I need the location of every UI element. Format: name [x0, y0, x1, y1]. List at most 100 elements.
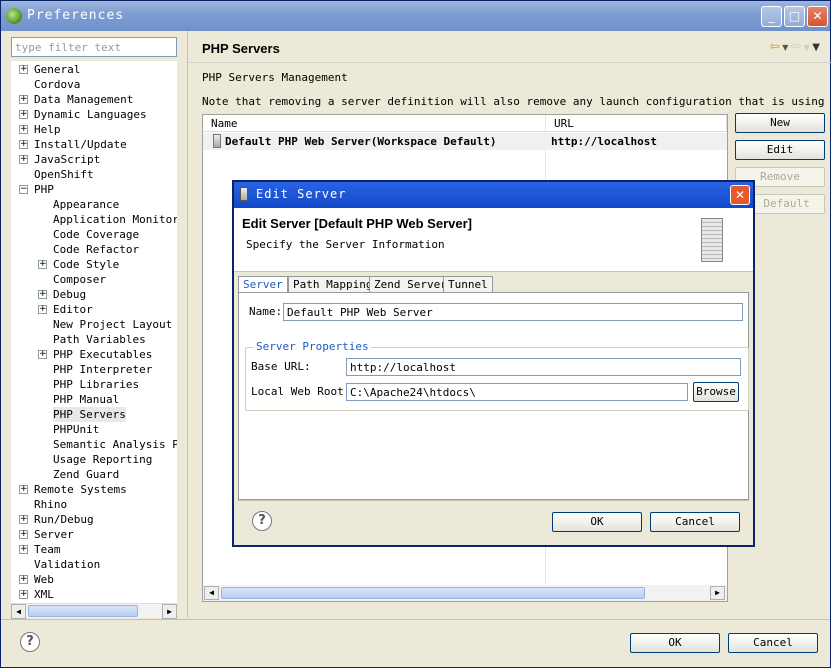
title-bar[interactable]: Preferences _ □ ✕ — [1, 1, 830, 31]
view-menu-icon[interactable]: ▼ — [812, 42, 820, 53]
table-hscrollbar[interactable]: ◀ ▶ — [203, 585, 727, 601]
expand-icon[interactable]: + — [19, 155, 28, 164]
scroll-right-icon[interactable]: ▶ — [710, 586, 725, 600]
new-button[interactable]: New — [735, 113, 825, 133]
expand-icon[interactable]: + — [19, 95, 28, 104]
minimize-button[interactable]: _ — [761, 6, 782, 27]
expand-icon[interactable]: + — [38, 350, 47, 359]
tree-item[interactable]: + Web — [11, 572, 177, 587]
back-menu-icon[interactable]: ▼ — [780, 43, 791, 52]
tree-item[interactable]: Code Coverage — [11, 227, 177, 242]
tree-item-label: Zend Guard — [53, 468, 120, 481]
tree-item[interactable]: Rhino — [11, 497, 177, 512]
table-row[interactable]: Default PHP Web Server(Workspace Default… — [203, 133, 727, 150]
tree-item[interactable]: + Help — [11, 122, 177, 137]
scroll-thumb[interactable] — [221, 587, 645, 599]
tree-item[interactable]: + Server — [11, 527, 177, 542]
name-field[interactable]: Default PHP Web Server — [283, 303, 743, 321]
maximize-button[interactable]: □ — [784, 6, 805, 27]
tree-item[interactable]: + Run/Debug — [11, 512, 177, 527]
back-arrow-icon[interactable]: ⇦ — [770, 39, 780, 53]
column-url[interactable]: URL — [546, 115, 727, 132]
tree-item[interactable]: PHPUnit — [11, 422, 177, 437]
tree-item[interactable]: Application Monitorin — [11, 212, 177, 227]
column-name[interactable]: Name — [203, 115, 546, 132]
expand-icon[interactable]: + — [38, 260, 47, 269]
forward-menu-icon: ▼ — [801, 43, 813, 52]
expand-icon[interactable]: + — [19, 125, 28, 134]
tab-zend-server[interactable]: Zend Server — [369, 276, 452, 293]
tree-item[interactable]: PHP Libraries — [11, 377, 177, 392]
ok-button[interactable]: OK — [630, 633, 720, 653]
expand-icon[interactable]: + — [19, 590, 28, 599]
note-label: Note that removing a server definition w… — [202, 95, 831, 108]
dialog-title-bar[interactable]: Edit Server ✕ — [234, 182, 753, 208]
tree-item[interactable]: + PHP Executables — [11, 347, 177, 362]
tree-item[interactable]: OpenShift — [11, 167, 177, 182]
tree-item[interactable]: + Code Style — [11, 257, 177, 272]
local-web-root-field[interactable]: C:\Apache24\htdocs\ — [346, 383, 688, 401]
tree-item[interactable]: + Editor — [11, 302, 177, 317]
expand-icon[interactable]: + — [19, 485, 28, 494]
tree-item[interactable]: Code Refactor — [11, 242, 177, 257]
tree-item-label: Path Variables — [53, 333, 146, 346]
tree-item[interactable]: Validation — [11, 557, 177, 572]
expand-icon[interactable]: + — [19, 545, 28, 554]
expand-icon[interactable]: + — [19, 515, 28, 524]
tree-item[interactable]: Semantic Analysis Pro — [11, 437, 177, 452]
scroll-left-icon[interactable]: ◀ — [11, 604, 26, 619]
tree-hscrollbar[interactable]: ◀ ▶ — [11, 603, 177, 619]
tree-item[interactable]: − PHP — [11, 182, 177, 197]
filter-input[interactable]: type filter text — [11, 37, 177, 57]
expand-icon[interactable]: + — [19, 530, 28, 539]
tree-item[interactable]: + JavaScript — [11, 152, 177, 167]
base-url-field[interactable]: http://localhost — [346, 358, 741, 376]
tab-tunnel[interactable]: Tunnel — [443, 276, 493, 293]
tree-item[interactable]: + XML — [11, 587, 177, 602]
tree-item[interactable]: PHP Servers — [11, 407, 177, 422]
tree-item[interactable]: New Project Layout — [11, 317, 177, 332]
tree-item[interactable]: + Debug — [11, 287, 177, 302]
tree-item[interactable]: Path Variables — [11, 332, 177, 347]
tree-item[interactable]: PHP Interpreter — [11, 362, 177, 377]
tree-item[interactable]: + Data Management — [11, 92, 177, 107]
scroll-right-icon[interactable]: ▶ — [162, 604, 177, 619]
tree-item-label: Appearance — [53, 198, 120, 211]
tree-item[interactable]: Composer — [11, 272, 177, 287]
dialog-ok-button[interactable]: OK — [552, 512, 642, 532]
tree-item[interactable]: Cordova — [11, 77, 177, 92]
expand-icon[interactable]: + — [19, 110, 28, 119]
tree-item[interactable]: PHP Manual — [11, 392, 177, 407]
expand-icon[interactable]: + — [38, 290, 47, 299]
cancel-button[interactable]: Cancel — [728, 633, 818, 653]
close-button[interactable]: ✕ — [807, 6, 828, 27]
tree-item[interactable]: + Remote Systems — [11, 482, 177, 497]
expand-icon[interactable]: + — [19, 140, 28, 149]
browse-button[interactable]: Browse — [693, 382, 739, 402]
dialog-close-button[interactable]: ✕ — [730, 185, 750, 205]
expand-icon[interactable]: + — [38, 305, 47, 314]
scroll-thumb[interactable] — [28, 605, 138, 617]
tree-item[interactable]: Usage Reporting — [11, 452, 177, 467]
scroll-left-icon[interactable]: ◀ — [204, 586, 219, 600]
dialog-help-icon[interactable]: ? — [252, 511, 272, 531]
tree-item[interactable]: + Team — [11, 542, 177, 557]
tree-item-label: Dynamic Languages — [34, 108, 147, 121]
tree-item-label: PHP Manual — [53, 393, 120, 406]
divider — [188, 62, 831, 63]
tree-item[interactable]: + General — [11, 62, 177, 77]
tree-item[interactable]: Zend Guard — [11, 467, 177, 482]
edit-button[interactable]: Edit — [735, 140, 825, 160]
tab-path-mapping[interactable]: Path Mapping — [288, 276, 378, 293]
expand-icon[interactable]: + — [19, 575, 28, 584]
tab-server[interactable]: Server — [238, 276, 288, 293]
help-icon[interactable]: ? — [20, 632, 40, 652]
tree-item[interactable]: Appearance — [11, 197, 177, 212]
collapse-icon[interactable]: − — [19, 185, 28, 194]
tree-item-label: Rhino — [34, 498, 68, 511]
tree-item[interactable]: + Install/Update — [11, 137, 177, 152]
expand-icon[interactable]: + — [19, 65, 28, 74]
forward-arrow-icon[interactable]: ⇨ — [791, 39, 801, 53]
dialog-cancel-button[interactable]: Cancel — [650, 512, 740, 532]
tree-item[interactable]: + Dynamic Languages — [11, 107, 177, 122]
